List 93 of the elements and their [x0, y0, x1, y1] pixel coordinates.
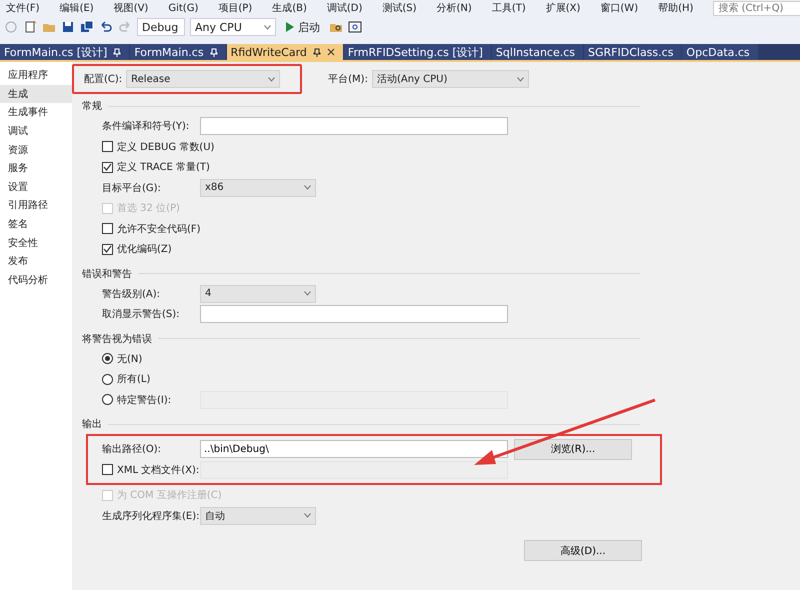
sidebar-item[interactable]: 安全性	[0, 233, 72, 252]
field-label: 配置(C):	[84, 72, 122, 86]
save-all-icon[interactable]	[80, 20, 94, 34]
menu-item[interactable]: 工具(T)	[492, 1, 526, 15]
dropdown-caret-icon	[304, 513, 311, 518]
dropdown[interactable]: x86	[200, 178, 316, 197]
field-label: 警告级别(A):	[102, 288, 160, 301]
input-field[interactable]: ..\bin\Debug\	[200, 440, 508, 458]
sidebar-item[interactable]: 资源	[0, 140, 72, 159]
dropdown-caret-icon	[516, 76, 524, 82]
sidebar-item[interactable]: 调试	[0, 122, 72, 140]
sidebar-item[interactable]: 签名	[0, 214, 72, 234]
document-tab[interactable]: RfidWriteCard	[226, 44, 344, 60]
platform-dropdown[interactable]: Any CPU	[190, 18, 276, 36]
menu-item[interactable]: 调试(D)	[326, 1, 362, 15]
section-title: 错误和警告	[82, 268, 132, 280]
play-icon	[285, 22, 294, 32]
close-icon[interactable]	[326, 48, 335, 56]
checkbox-label: 定义 DEBUG 常数(U)	[117, 140, 214, 154]
radio-button[interactable]	[102, 394, 113, 406]
checkbox[interactable]	[102, 464, 113, 476]
field-label: 条件编译和符号(Y):	[102, 120, 190, 134]
menu-item[interactable]: 文件(F)	[6, 1, 40, 15]
browse-button[interactable]: 浏览(R)...	[514, 438, 632, 460]
menu-item[interactable]: 窗口(W)	[600, 1, 638, 15]
document-tab[interactable]: OpcData.cs	[682, 44, 759, 60]
field-label: 取消显示警告(S):	[102, 308, 180, 322]
advanced-button[interactable]: 高级(D)...	[524, 540, 642, 561]
checkbox[interactable]	[102, 223, 113, 234]
configuration-dropdown[interactable]: Debug	[137, 18, 185, 36]
menu-item[interactable]: 测试(S)	[382, 1, 417, 15]
checkbox-label: 为 COM 互操作注册(C)	[117, 488, 222, 502]
dropdown-caret-icon	[304, 291, 311, 296]
menu-item[interactable]: 分析(N)	[436, 1, 472, 15]
checkbox-label: XML 文档文件(X):	[117, 464, 200, 477]
configuration-dropdown[interactable]: Release	[126, 70, 280, 88]
section-title: 将警告视为错误	[82, 332, 152, 346]
radio-label: 所有(L)	[117, 372, 150, 386]
dropdown[interactable]: 4	[200, 284, 316, 303]
dropdown[interactable]: 自动	[200, 506, 316, 525]
checkbox-label: 首选 32 位(P)	[117, 202, 180, 216]
section-title: 输出	[82, 418, 102, 431]
sidebar-item[interactable]: 发布	[0, 252, 72, 271]
field-label: 输出路径(O):	[102, 442, 162, 456]
document-tab[interactable]: FormMain.cs	[130, 44, 227, 60]
new-item-icon[interactable]	[23, 20, 37, 34]
menu-item[interactable]: 扩展(X)	[546, 1, 580, 15]
radio-label: 无(N)	[117, 352, 142, 366]
sidebar-item[interactable]: 服务	[0, 158, 72, 178]
save-icon[interactable]	[61, 20, 75, 34]
field-label: 平台(M):	[328, 72, 368, 86]
check-icon	[103, 245, 112, 254]
menu-item[interactable]: 编辑(E)	[60, 1, 94, 15]
sidebar-item[interactable]: 生成	[0, 84, 72, 104]
section-title: 常规	[82, 100, 102, 113]
screenshot-icon[interactable]	[348, 20, 362, 34]
document-tab[interactable]: SqlInstance.cs	[492, 44, 584, 60]
sidebar-item[interactable]: 引用路径	[0, 196, 72, 215]
dropdown-caret-icon	[304, 185, 311, 190]
document-tab[interactable]: FormMain.cs [设计]	[0, 44, 130, 60]
radio-button[interactable]	[102, 353, 113, 364]
input-field[interactable]	[200, 117, 508, 136]
search-field[interactable]: 搜索 (Ctrl+Q)	[713, 0, 800, 16]
document-tab[interactable]: FrmRFIDSetting.cs [设计]	[344, 44, 492, 60]
sidebar-item[interactable]: 生成事件	[0, 103, 72, 122]
menu-item[interactable]: Git(G)	[168, 2, 198, 14]
radio-button[interactable]	[102, 374, 113, 385]
checkbox-label: 允许不安全代码(F)	[117, 222, 201, 236]
menu-item[interactable]: 项目(P)	[218, 1, 252, 15]
checkbox[interactable]	[102, 162, 113, 173]
start-button[interactable]: 启动	[281, 18, 324, 36]
input-field[interactable]	[200, 460, 508, 479]
field-label: 生成序列化程序集(E):	[102, 510, 200, 523]
platform-dropdown[interactable]: 活动(Any CPU)	[372, 70, 529, 88]
radio-label: 特定警告(I):	[117, 394, 172, 407]
menu-item[interactable]: 生成(B)	[272, 1, 307, 15]
dropdown-caret-icon	[268, 76, 276, 82]
menu-item[interactable]: 视图(V)	[114, 1, 148, 15]
pin-icon[interactable]	[312, 48, 321, 56]
check-icon	[103, 163, 112, 172]
checkbox[interactable]	[102, 141, 113, 152]
document-tab[interactable]: SGRFIDClass.cs	[584, 44, 682, 60]
checkbox-label: 定义 TRACE 常量(T)	[117, 160, 210, 174]
input-field[interactable]	[200, 305, 508, 324]
undo-icon[interactable]	[99, 20, 113, 34]
dropdown-caret-icon	[264, 24, 271, 30]
checkbox-label: 优化编码(Z)	[117, 242, 172, 256]
checkbox[interactable]	[102, 244, 113, 255]
sidebar-item[interactable]: 代码分析	[0, 270, 72, 290]
sidebar-item[interactable]: 设置	[0, 178, 72, 196]
menu-item[interactable]: 帮助(H)	[658, 1, 694, 15]
sidebar-item[interactable]: 应用程序	[0, 66, 72, 85]
field-label: 目标平台(G):	[102, 182, 161, 195]
